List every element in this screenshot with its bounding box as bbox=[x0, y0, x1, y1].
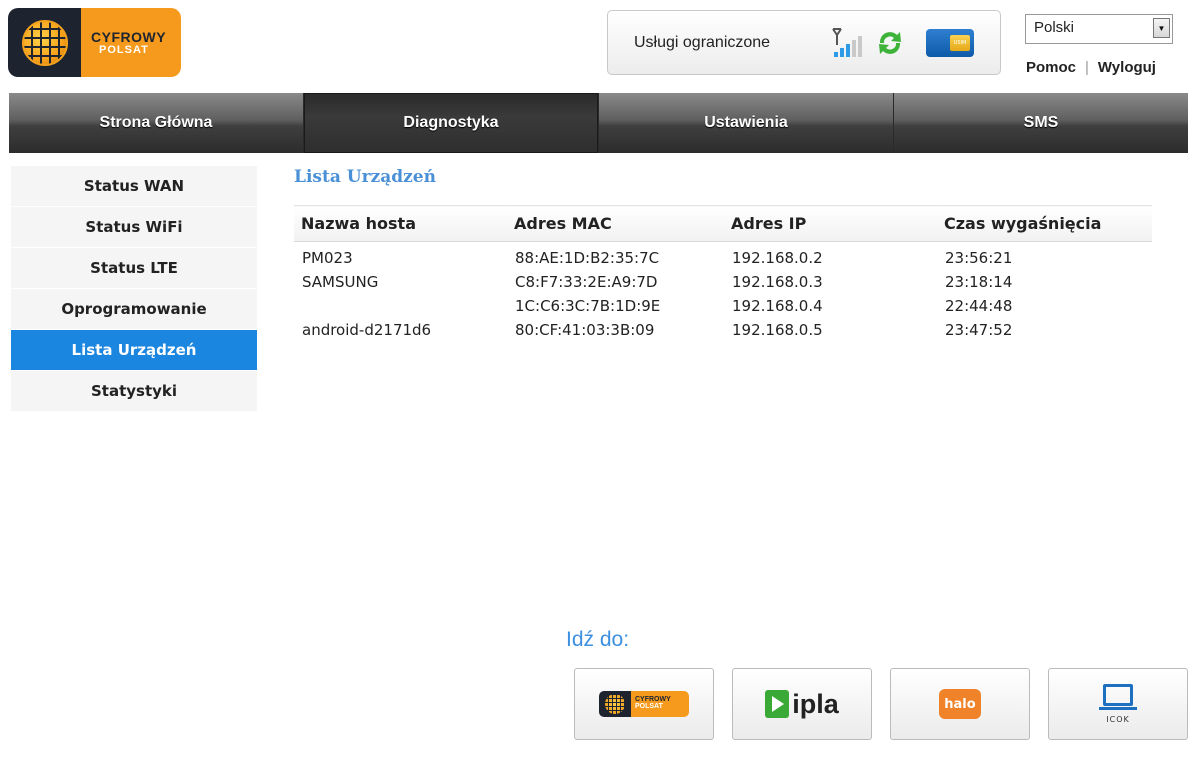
cyfrowy-polsat-mini-logo: CYFROWY POLSAT bbox=[599, 691, 689, 717]
halo-logo: halo bbox=[939, 689, 981, 719]
logo-line1: CYFROWY bbox=[91, 28, 167, 45]
mini-logo-text: CYFROWY POLSAT bbox=[631, 691, 689, 717]
cell-mac: 88:AE:1D:B2:35:7C bbox=[515, 249, 660, 267]
icok-label: ICOK bbox=[1106, 715, 1130, 724]
laptop-icon bbox=[1103, 684, 1133, 706]
sidebar: Status WAN Status WiFi Status LTE Oprogr… bbox=[11, 166, 257, 412]
language-select[interactable]: Polski ▼ bbox=[1025, 14, 1173, 44]
tab-home[interactable]: Strona Główna bbox=[9, 93, 304, 153]
cell-ip: 192.168.0.2 bbox=[732, 249, 823, 267]
logout-link[interactable]: Wyloguj bbox=[1098, 59, 1156, 76]
cell-hostname bbox=[294, 294, 507, 318]
cell-expiry: 22:44:48 bbox=[945, 297, 1013, 315]
logo-line2: POLSAT bbox=[99, 43, 149, 56]
column-header-hostname: Nazwa hosta bbox=[294, 205, 507, 242]
globe-icon-area bbox=[599, 691, 631, 717]
cyfrowy-polsat-link-button[interactable]: CYFROWY POLSAT bbox=[574, 668, 714, 740]
link-separator: | bbox=[1085, 59, 1089, 76]
cell-mac: C8:F7:33:2E:A9:7D bbox=[515, 273, 658, 291]
main-nav: Strona Główna Diagnostyka Ustawienia SMS bbox=[9, 93, 1188, 153]
table-row: android-d2171d6 80:CF:41:03:3B:09 192.16… bbox=[294, 318, 1152, 342]
goto-label: Idź do: bbox=[566, 628, 630, 651]
cell-hostname: SAMSUNG bbox=[302, 273, 379, 291]
logo-globe-area bbox=[8, 8, 81, 77]
table-row: PM023 88:AE:1D:B2:35:7C 192.168.0.2 23:5… bbox=[294, 242, 1152, 271]
cell-ip: 192.168.0.3 bbox=[732, 273, 823, 291]
cell-mac: 1C:C6:3C:7B:1D:9E bbox=[515, 297, 661, 315]
icok-link-button[interactable]: ICOK bbox=[1048, 668, 1188, 740]
help-link[interactable]: Pomoc bbox=[1026, 59, 1076, 76]
usim-icon: USIM bbox=[926, 28, 974, 57]
usim-chip-label: USIM bbox=[950, 34, 970, 51]
device-table: Nazwa hosta Adres MAC Adres IP Czas wyga… bbox=[294, 205, 1152, 342]
cell-ip: 192.168.0.4 bbox=[732, 297, 823, 315]
connection-status-box: Usługi ograniczone USIM bbox=[607, 10, 1001, 75]
logo-text-area: CYFROWY POLSAT bbox=[81, 8, 181, 77]
tab-sms[interactable]: SMS bbox=[894, 93, 1188, 153]
sidebar-item-device-list[interactable]: Lista Urządzeń bbox=[11, 330, 257, 371]
tab-diagnostics[interactable]: Diagnostyka bbox=[304, 93, 599, 153]
cell-hostname: PM023 bbox=[302, 249, 353, 267]
cell-hostname: android-d2171d6 bbox=[302, 321, 432, 339]
cell-expiry: 23:56:21 bbox=[945, 249, 1013, 267]
mini-logo-line1: CYFROWY bbox=[635, 696, 671, 703]
top-links: Pomoc | Wyloguj bbox=[1026, 59, 1156, 76]
cyfrowy-polsat-logo[interactable]: CYFROWY POLSAT bbox=[8, 8, 181, 77]
tab-settings[interactable]: Ustawienia bbox=[599, 93, 894, 153]
table-header-row: Nazwa hosta Adres MAC Adres IP Czas wyga… bbox=[294, 205, 1152, 242]
globe-icon bbox=[21, 19, 68, 66]
table-row: SAMSUNG C8:F7:33:2E:A9:7D 192.168.0.3 23… bbox=[294, 270, 1152, 294]
column-header-expiry: Czas wygaśnięcia bbox=[937, 205, 1152, 242]
halo-link-button[interactable]: halo bbox=[890, 668, 1030, 740]
cell-mac: 80:CF:41:03:3B:09 bbox=[515, 321, 655, 339]
sidebar-item-status-wan[interactable]: Status WAN bbox=[11, 166, 257, 207]
refresh-icon[interactable] bbox=[872, 25, 908, 61]
language-select-value: Polski bbox=[1034, 19, 1075, 36]
column-header-mac: Adres MAC bbox=[507, 205, 724, 242]
ipla-logo: ipla bbox=[765, 689, 839, 720]
signal-strength-icon bbox=[832, 27, 862, 57]
mini-logo-line2: POLSAT bbox=[635, 703, 663, 710]
sidebar-item-software[interactable]: Oprogramowanie bbox=[11, 289, 257, 330]
table-row: 1C:C6:3C:7B:1D:9E 192.168.0.4 22:44:48 bbox=[294, 294, 1152, 318]
sidebar-item-status-lte[interactable]: Status LTE bbox=[11, 248, 257, 289]
cell-expiry: 23:47:52 bbox=[945, 321, 1013, 339]
globe-icon bbox=[605, 694, 625, 714]
sidebar-item-statistics[interactable]: Statystyki bbox=[11, 371, 257, 412]
chevron-down-icon[interactable]: ▼ bbox=[1153, 18, 1170, 38]
page-title: Lista Urządzeń bbox=[294, 167, 436, 187]
column-header-ip: Adres IP bbox=[724, 205, 937, 242]
play-icon bbox=[765, 690, 790, 718]
ipla-link-button[interactable]: ipla bbox=[732, 668, 872, 740]
cell-expiry: 23:18:14 bbox=[945, 273, 1013, 291]
sidebar-item-status-wifi[interactable]: Status WiFi bbox=[11, 207, 257, 248]
laptop-base bbox=[1099, 707, 1137, 710]
cell-ip: 192.168.0.5 bbox=[732, 321, 823, 339]
connection-status-text: Usługi ograniczone bbox=[634, 33, 771, 51]
ipla-text: ipla bbox=[792, 688, 839, 719]
icok-logo: ICOK bbox=[1099, 684, 1137, 724]
